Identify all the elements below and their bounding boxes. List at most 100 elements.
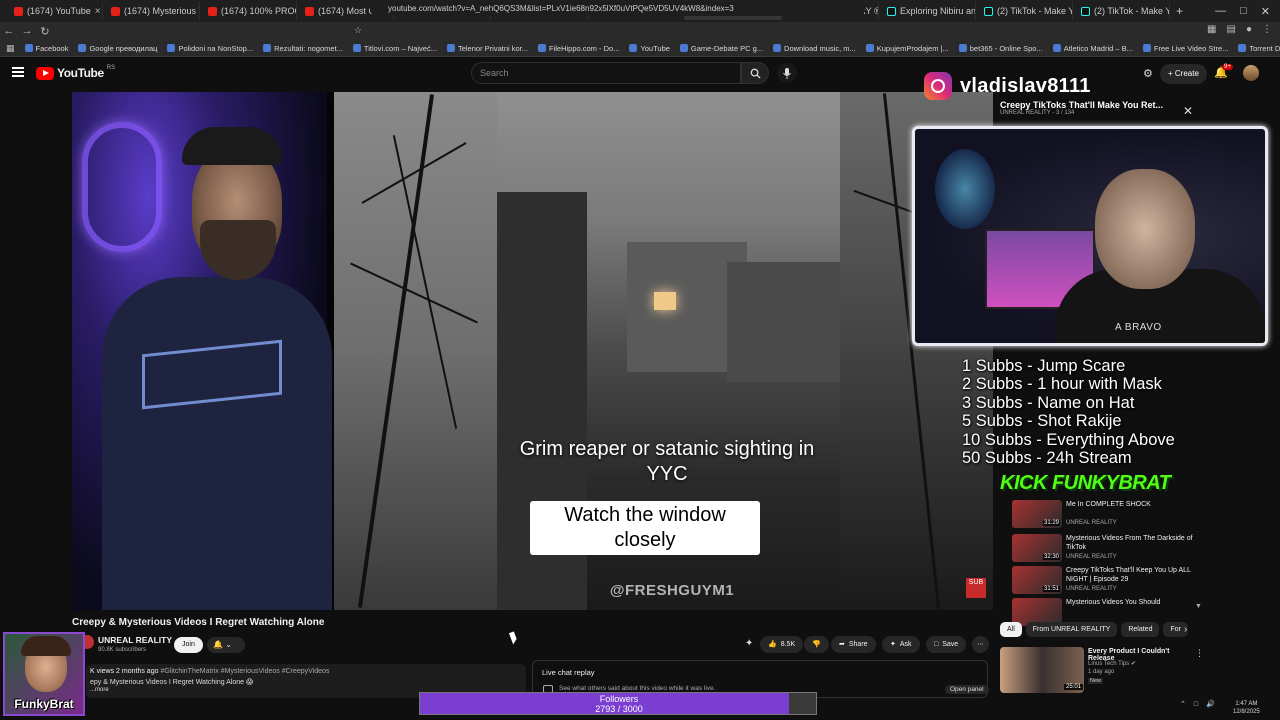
bookmark-item[interactable]: Free Live Video Stre... (1142, 44, 1228, 53)
share-button[interactable]: ➦ Share (831, 636, 876, 653)
instagram-handle-overlay: vladislav8111 (924, 72, 1091, 100)
youtube-logo[interactable]: YouTube RS (36, 65, 115, 80)
playlist-thumbnail[interactable]: 31:29 (1012, 500, 1062, 528)
subscription-bell-button[interactable]: 🔔 ⌄ (207, 637, 245, 653)
url-field[interactable]: youtube.com/watch?v=A_nehQ6QS3M&list=PLx… (370, 2, 865, 16)
browser-menu-icon[interactable]: ⋮ (1262, 24, 1272, 35)
close-playlist-icon[interactable]: ✕ (1183, 104, 1193, 118)
more-actions-button[interactable]: ⋯ (972, 636, 989, 653)
recommended-video[interactable]: 25:01 Every Product I Couldn't Release L… (1000, 647, 1200, 695)
sidebar-icon[interactable]: ▤ (1227, 24, 1236, 35)
recommended-channel-name: Linus Tech Tips (1088, 661, 1130, 667)
bookmark-item[interactable]: Polidoni na NonStop... (167, 44, 253, 53)
playlist-item[interactable]: 32:30 Mysterious Videos From The Darkside… (1012, 534, 1202, 566)
close-window-icon[interactable]: ✕ (1261, 5, 1270, 18)
ask-label: Ask (899, 641, 912, 648)
bookmark-item[interactable]: YouTube (629, 44, 670, 53)
account-avatar[interactable] (1243, 65, 1259, 81)
bookmark-item[interactable]: FileHippo.com - Do... (538, 44, 619, 53)
browser-tab[interactable]: (1674) 100% PROOF, PARA× (200, 2, 297, 20)
hamburger-menu-icon[interactable] (12, 67, 24, 77)
bookmark-item[interactable]: Torrent Downloads... (1238, 44, 1280, 53)
open-panel-button[interactable]: Open panel (945, 685, 989, 694)
bookmark-item[interactable]: Facebook (24, 44, 68, 53)
create-button[interactable]: + Create (1160, 64, 1207, 84)
bookmark-item[interactable]: Rezultati: nogomet... (263, 44, 343, 53)
dislike-button[interactable]: 👎 (804, 636, 829, 653)
bookmark-item[interactable]: KupujemProdajem |... (865, 44, 949, 53)
browser-tab[interactable]: (1674) Mysterious Videos f× (103, 2, 200, 20)
filter-chip[interactable]: Related (1121, 622, 1160, 637)
reload-icon[interactable]: ↻ (36, 25, 54, 38)
maximize-icon[interactable]: □ (1240, 5, 1247, 17)
tree-silhouette-left (334, 92, 497, 610)
recommended-duration: 25:01 (1064, 684, 1084, 690)
forward-icon[interactable]: → (18, 25, 36, 37)
save-label: Save (942, 641, 959, 648)
neon-sign (82, 122, 162, 252)
channel-name[interactable]: UNREAL REALITY (98, 635, 172, 645)
back-icon[interactable]: ← (0, 25, 18, 37)
voice-search-button[interactable] (777, 63, 797, 83)
bookmark-item[interactable]: Atletico Madrid – B... (1052, 44, 1133, 53)
playlist-scroll-down-icon[interactable]: ▼ (1195, 603, 1202, 610)
playlist-thumbnail[interactable]: 32:30 (1012, 534, 1062, 562)
search-input[interactable]: Search (471, 62, 741, 84)
tiktok-watermark: @FRESHGUYM1 (609, 582, 735, 599)
gear-icon[interactable]: ⚙ (1143, 67, 1153, 80)
join-button[interactable]: Join (174, 637, 203, 653)
filter-chip[interactable]: From UNREAL REALITY (1025, 622, 1118, 637)
like-button[interactable]: 👍 8.5K (760, 636, 804, 653)
filter-chip[interactable]: All (1000, 622, 1022, 637)
sparkle-icon[interactable]: ✦ (745, 638, 753, 649)
clock-date: 12/8/2025 (1233, 709, 1260, 715)
tab-close-icon[interactable]: × (95, 6, 101, 17)
bookmark-label: FileHippo.com - Do... (549, 43, 620, 53)
tab-label: (1674) YouTube (27, 6, 91, 16)
bookmark-favicon-icon (352, 44, 361, 52)
chevron-right-icon[interactable]: › (1184, 624, 1187, 635)
bookmark-star-icon[interactable]: ☆ (354, 25, 362, 36)
minimize-icon[interactable]: — (1215, 5, 1226, 17)
description-tags[interactable]: #GlitchinTheMatrix #MysteriousVideos #Cr… (160, 668, 329, 675)
extensions-icon[interactable]: ▦ (1207, 24, 1216, 35)
playlist-item[interactable]: 31:29 Me In COMPLETE SHOCK UNREAL REALITY (1012, 500, 1202, 532)
browser-tab[interactable]: (2) TikTok - Make Your Day× (976, 2, 1073, 20)
bookmark-item[interactable]: Game-Debate PC g... (679, 44, 763, 53)
save-button[interactable]: □ Save (926, 636, 967, 653)
ask-button[interactable]: ✦ Ask (882, 636, 920, 653)
volume-icon[interactable]: 🔊 (1206, 700, 1215, 708)
browser-tab[interactable]: Exploring Nibiru and the N× (879, 2, 976, 20)
browser-toolbar-icons: ▦ ▤ ● ⋮ (1207, 24, 1272, 35)
subscribe-badge[interactable]: SUB (966, 578, 986, 598)
bookmark-item[interactable]: bet365 - Online Spo... (958, 44, 1043, 53)
video-caption-top: Grim reaper or satanic sighting in YYC (519, 438, 815, 485)
browser-tab[interactable]: (2) TikTok - Make Your Day× (1073, 2, 1170, 20)
bookmark-item[interactable]: Download music, m... (773, 44, 856, 53)
new-tab-icon[interactable]: + (1176, 4, 1183, 18)
reactor-camera (72, 92, 332, 610)
tray-chevron-icon[interactable]: ⌃ (1180, 700, 1186, 708)
bookmark-item[interactable]: Telenor Privatni kor... (446, 44, 528, 53)
monitor-icon[interactable]: □ (1194, 701, 1198, 708)
playlist-item-channel: UNREAL REALITY (1066, 520, 1117, 526)
playlist-item[interactable]: 31:51 Creepy TikToks That'll Keep You Up … (1012, 566, 1202, 598)
profile-icon[interactable]: ● (1246, 24, 1252, 35)
bookmark-item[interactable]: Titlovi.com – Najveć... (352, 44, 437, 53)
bookmark-favicon-icon (679, 44, 688, 52)
bookmark-label: Download music, m... (784, 43, 856, 53)
bookmark-item[interactable]: Google преводилац (78, 44, 157, 53)
system-tray: ⌃ □ 🔊 (1180, 700, 1215, 709)
playlist-title[interactable]: Creepy TikToks That'll Make You Ret... (1000, 100, 1200, 110)
taskbar-clock[interactable]: 1:47 AM 12/8/2025 (1233, 700, 1260, 716)
apps-grid-icon[interactable]: ▦ (6, 43, 15, 54)
sub-goal-item: 1 Subbs - Jump Scare (962, 357, 1126, 375)
bookmark-label: Rezultati: nogomet... (274, 43, 343, 53)
search-button[interactable] (741, 62, 769, 84)
sub-goal-item: 3 Subbs - Name on Hat (962, 393, 1135, 412)
recommended-more-icon[interactable]: ⋮ (1195, 648, 1204, 659)
followers-goal-bar: Followers 2793 / 3000 (419, 692, 817, 715)
video-player[interactable]: Grim reaper or satanic sighting in YYC W… (72, 92, 993, 610)
playlist-thumbnail[interactable]: 31:51 (1012, 566, 1062, 594)
browser-tab[interactable]: (1674) YouTube × (6, 2, 103, 20)
